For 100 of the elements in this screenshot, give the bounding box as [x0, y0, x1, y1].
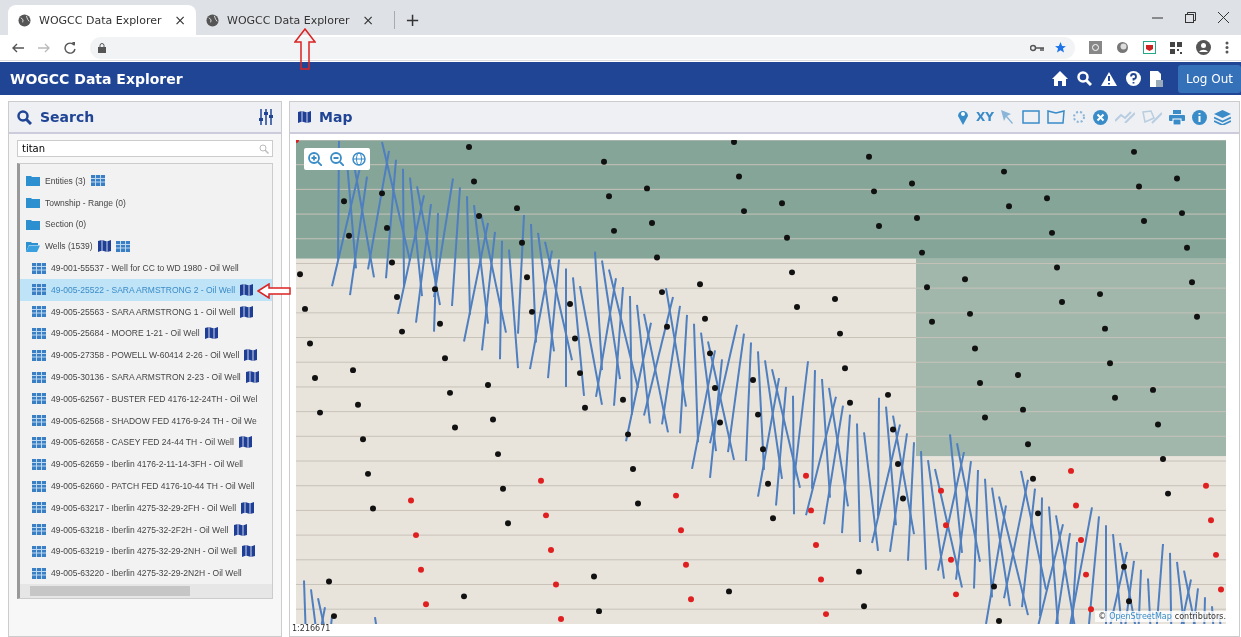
table-icon[interactable] [32, 480, 46, 492]
rectangle-select-icon[interactable] [1022, 110, 1040, 124]
well-item[interactable]: 49-005-62658 - CASEY FED 24-44 TH - Oil Well [20, 431, 272, 454]
more-menu-icon[interactable] [1225, 41, 1229, 54]
folder-item[interactable]: Entities (3) [20, 170, 272, 192]
map-icon[interactable] [240, 283, 254, 296]
key-icon[interactable] [1030, 43, 1044, 52]
item-label: 49-001-55537 - Well for CC to WD 1980 - Oil Well [51, 263, 239, 274]
location-search-icon[interactable] [957, 109, 970, 125]
extension-icon[interactable] [1089, 41, 1102, 54]
item-label: 49-005-63217 - Iberlin 4275-32-29-2FH - Oil Well [51, 502, 237, 513]
table-icon[interactable] [32, 306, 46, 318]
table-icon[interactable] [32, 567, 46, 579]
folder-icon[interactable] [26, 219, 40, 230]
table-icon[interactable] [115, 240, 130, 252]
well-item[interactable]: 49-005-62568 - SHADOW FED 4176-9-24 TH - Oil We [20, 409, 272, 432]
attribution-text: contributors. [1174, 612, 1226, 621]
well-item[interactable]: 49-005-30136 - SARA ARMSTRON 2-23 - Oil Well [20, 366, 272, 388]
scrollbar-thumb[interactable] [30, 586, 190, 596]
warning-icon[interactable] [1101, 71, 1117, 86]
browser-tab[interactable]: WOGCC Data Explorer × [196, 5, 384, 35]
qr-code-icon[interactable] [1170, 41, 1182, 54]
well-item[interactable]: 49-005-63220 - Iberlin 4275-32-29-2N2H - Oil Well [20, 562, 272, 584]
map-icon[interactable] [97, 240, 111, 253]
polygon-select-icon[interactable] [1047, 110, 1065, 124]
well-item[interactable]: 49-001-55537 - Well for CC to WD 1980 - Oil Well [20, 257, 272, 279]
table-icon[interactable] [32, 393, 46, 405]
table-icon[interactable] [32, 327, 46, 339]
map-icon[interactable] [242, 545, 255, 558]
map-icon[interactable] [298, 111, 311, 123]
star-icon[interactable] [1054, 41, 1067, 54]
item-label: 49-005-62659 - Iberlin 4176-2-11-14-3FH - Oil Well [51, 459, 243, 470]
well-item[interactable]: 49-005-25563 - SARA ARMSTRONG 1 - Oil Well [20, 300, 272, 323]
well-item[interactable]: 49-005-62659 - Iberlin 4176-2-11-14-3FH - Oil Well [20, 453, 272, 476]
new-tab-button[interactable]: + [394, 11, 421, 29]
well-item[interactable]: 49-005-27358 - POWELL W-60414 2-26 - Oil Well [20, 344, 272, 367]
table-icon[interactable] [32, 436, 46, 448]
map-icon[interactable] [244, 349, 258, 362]
table-icon[interactable] [32, 458, 46, 470]
table-icon[interactable] [32, 545, 46, 557]
folder-icon[interactable] [26, 175, 40, 187]
reload-icon[interactable] [64, 41, 76, 54]
map-icon[interactable] [204, 327, 218, 340]
search-icon [17, 109, 32, 125]
filter-sliders-icon[interactable] [259, 109, 273, 125]
close-icon[interactable] [1218, 12, 1229, 23]
item-label: 49-005-30136 - SARA ARMSTRON 2-23 - Oil Well [51, 372, 241, 383]
openstreetmap-link[interactable]: OpenStreetMap [1109, 612, 1172, 621]
search-field[interactable]: titan [17, 140, 273, 157]
globe-icon [206, 13, 219, 27]
well-item[interactable]: 49-005-63219 - Iberlin 4275-32-29-2NH - Oil Well [20, 540, 272, 563]
pointer-icon[interactable] [1001, 110, 1015, 124]
table-icon[interactable] [32, 415, 46, 427]
info-icon[interactable] [1192, 109, 1207, 125]
extension-icon[interactable] [1143, 41, 1156, 54]
profile-icon[interactable] [1196, 40, 1211, 55]
well-item[interactable]: 49-005-62660 - PATCH FED 4176-10-44 TH - Oil Well [20, 475, 272, 497]
globe-icon [18, 13, 31, 27]
well-item[interactable]: 49-005-25684 - MOORE 1-21 - Oil Well [20, 322, 272, 345]
document-icon[interactable] [1150, 70, 1163, 87]
extension-icon[interactable] [1116, 41, 1129, 54]
well-item[interactable]: 49-005-63217 - Iberlin 4275-32-29-2FH - Oil Well [20, 496, 272, 519]
clear-icon[interactable] [1093, 109, 1108, 125]
panel-title: Search [40, 109, 95, 125]
table-icon[interactable] [32, 349, 46, 361]
search-icon[interactable] [1077, 71, 1092, 86]
close-tab-button[interactable]: × [362, 12, 374, 28]
annotation-arrow [294, 28, 316, 70]
map-icon[interactable] [233, 523, 247, 536]
restore-icon[interactable] [1185, 12, 1196, 23]
table-icon[interactable] [90, 175, 105, 187]
forward-icon[interactable] [38, 42, 50, 53]
browser-tab[interactable]: WOGCC Data Explorer × [8, 5, 196, 35]
map-icon[interactable] [241, 501, 255, 514]
well-item[interactable]: 49-005-63218 - Iberlin 4275-32-2F2H - Oil Well [20, 518, 272, 541]
back-icon[interactable] [12, 42, 24, 53]
folder-item[interactable]: Wells (1539) [20, 235, 272, 258]
item-label: 49-005-62660 - PATCH FED 4176-10-44 TH - Oil Well [51, 481, 255, 492]
well-item[interactable]: 49-005-62567 - BUSTER FED 4176-12-24TH - Oil Wel [20, 387, 272, 410]
table-icon[interactable] [32, 262, 46, 274]
table-icon[interactable] [32, 284, 46, 296]
logout-button[interactable]: Log Out [1178, 64, 1241, 93]
table-icon[interactable] [32, 524, 46, 536]
print-icon[interactable] [1169, 109, 1185, 125]
open-folder-icon[interactable] [26, 240, 40, 252]
dotted-circle-icon[interactable] [1072, 110, 1086, 124]
map-icon[interactable] [245, 371, 259, 384]
close-tab-button[interactable]: × [174, 12, 186, 28]
map-icon[interactable] [238, 436, 252, 449]
folder-item[interactable]: Township - Range (0) [20, 191, 272, 214]
folder-item[interactable]: Section (0) [20, 213, 272, 236]
map-scale: 1:216671 [291, 624, 332, 635]
table-icon[interactable] [32, 502, 46, 514]
table-icon[interactable] [32, 371, 46, 383]
layers-icon[interactable] [1214, 109, 1231, 125]
map-icon[interactable] [240, 305, 254, 318]
item-label: 49-005-63220 - Iberlin 4275-32-29-2N2H - Oil Well [51, 568, 242, 579]
folder-icon[interactable] [26, 197, 40, 209]
help-icon[interactable] [1126, 71, 1141, 86]
home-icon[interactable] [1052, 71, 1068, 86]
